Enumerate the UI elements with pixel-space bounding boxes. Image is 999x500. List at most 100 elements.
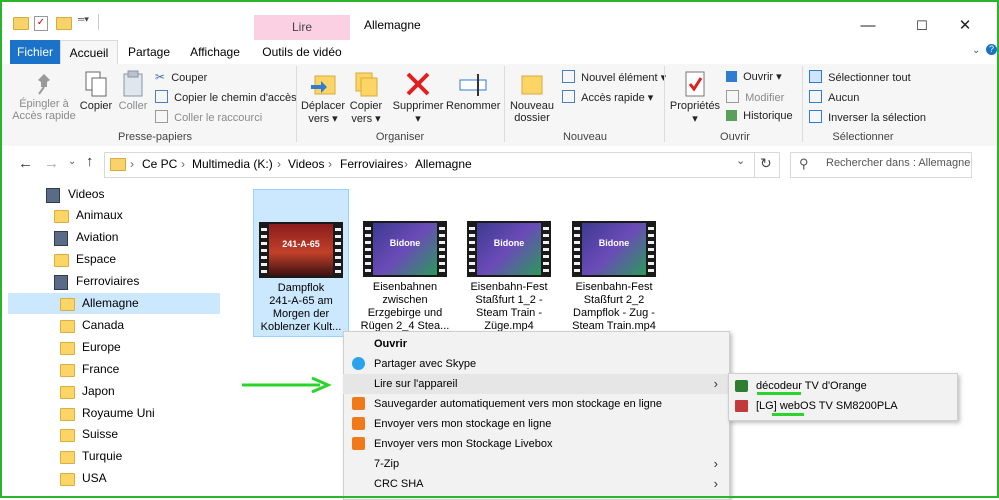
new-folder-qa-icon[interactable]	[56, 17, 72, 30]
tree-item-label: Royaume Uni	[82, 406, 155, 420]
context-menu-item[interactable]: Envoyer vers mon stockage en ligne	[343, 414, 728, 434]
pin-quick-access-button[interactable]: Épingler à Accès rapide	[12, 72, 76, 122]
context-menu-item[interactable]: Ouvrir	[343, 334, 728, 354]
context-menu-label: Ouvrir	[374, 338, 408, 350]
tree-item-label: Allemagne	[82, 296, 139, 310]
group-label-selectionner: Sélectionner	[832, 131, 894, 143]
invert-selection-button[interactable]: Inverser la sélection	[809, 110, 926, 124]
breadcrumb-allemagne[interactable]: Allemagne	[415, 157, 472, 171]
context-menu-item[interactable]: Envoyer vers mon Stockage Livebox	[343, 434, 728, 454]
file-item[interactable]: Bidone Eisenbahn-Fest Staßfurt 1_2 - Steam …	[462, 189, 556, 335]
maximize-button[interactable]: ☐	[912, 16, 932, 36]
edit-label: Modifier	[745, 92, 785, 104]
tree-item[interactable]: USA	[8, 468, 220, 489]
context-menu-item[interactable]: CRC SHA ›	[343, 474, 728, 494]
tree-item[interactable]: France	[8, 359, 220, 380]
move-label-2-text: vers	[308, 113, 330, 125]
edit-button[interactable]: Modifier	[726, 90, 784, 104]
folder-icon	[60, 342, 75, 355]
cloud-backup-icon	[352, 397, 365, 410]
file-item[interactable]: Bidone Eisenbahn-Fest Staßfurt 2_2 Dampflok…	[567, 189, 661, 335]
paste-shortcut-button[interactable]: Coller le raccourci	[155, 110, 262, 124]
file-name-line: Morgen der	[272, 308, 330, 320]
tree-item[interactable]: Canada	[8, 315, 220, 336]
tree-item[interactable]: Turquie	[8, 446, 220, 467]
context-menu-label: Partager avec Skype	[374, 358, 477, 370]
paste-label: Coller	[118, 100, 148, 112]
tab-fichier[interactable]: Fichier	[10, 40, 60, 64]
cloud-upload-icon	[352, 417, 365, 430]
select-all-button[interactable]: Sélectionner tout	[809, 70, 911, 84]
submenu-item-lg-tv[interactable]: [LG] webOS TV SM8200PLA	[729, 396, 955, 416]
ribbon-collapse-icon[interactable]: ⌄	[972, 45, 980, 56]
properties-label: Propriétés	[669, 100, 721, 112]
close-button[interactable]: ✕	[955, 16, 975, 36]
move-to-button[interactable]: Déplacer vers ▾	[300, 70, 346, 125]
tree-item[interactable]: Europe	[8, 337, 220, 358]
context-menu-item[interactable]: Lire sur l'appareil ›	[343, 374, 728, 394]
video-thumbnail: 241-A-65	[259, 222, 343, 278]
history-button[interactable]: Historique	[726, 110, 793, 122]
qa-dropdown-icon[interactable]: ═▾	[78, 14, 89, 25]
recent-dropdown-icon[interactable]: ⌄	[68, 156, 76, 167]
help-icon[interactable]: ?	[986, 44, 997, 55]
new-folder-button[interactable]: Nouveau dossier	[508, 70, 556, 124]
file-item[interactable]: 241-A-65 Dampflok 241-A-65 am Morgen der Kob…	[253, 189, 349, 337]
tree-item[interactable]: Aviation	[8, 227, 220, 248]
file-item[interactable]: Bidone Eisenbahnen zwischen Erzgebirge und R…	[358, 189, 452, 335]
breadcrumb-separator: ›	[328, 157, 332, 171]
cut-button[interactable]: ✂ Couper	[155, 70, 207, 84]
tree-item[interactable]: Espace	[8, 249, 220, 270]
tab-partage[interactable]: Partage	[124, 40, 174, 64]
move-label-2: vers ▾	[308, 113, 338, 125]
open-button[interactable]: Ouvrir ▾	[726, 70, 782, 83]
easy-access-button[interactable]: Accès rapide ▾	[562, 90, 653, 104]
tree-item[interactable]: Japon	[8, 381, 220, 402]
breadcrumb-multimedia[interactable]: Multimedia (K:)	[192, 157, 273, 171]
back-arrow-icon[interactable]: ←	[18, 155, 33, 172]
folder-icon[interactable]	[13, 17, 29, 30]
copy-label: Copier	[79, 100, 113, 112]
file-name-line: Staßfurt 1_2 -	[475, 294, 543, 306]
video-folder-icon	[54, 275, 68, 290]
copy-button[interactable]: Copier	[78, 70, 114, 112]
tree-item[interactable]: Ferroviaires	[8, 271, 220, 292]
folder-icon	[60, 364, 75, 377]
minimize-button[interactable]: —	[858, 16, 878, 36]
refresh-icon[interactable]: ↻	[760, 155, 772, 172]
tree-item[interactable]: Suisse	[8, 424, 220, 445]
tab-accueil[interactable]: Accueil	[60, 40, 118, 65]
properties-button[interactable]: Propriétés ▾	[668, 70, 722, 125]
open-label: Ouvrir	[743, 71, 774, 83]
rename-button[interactable]: Renommer	[446, 70, 500, 112]
tree-item-label: Japon	[82, 384, 115, 398]
select-none-button[interactable]: Aucun	[809, 90, 859, 104]
tree-item[interactable]: Videos	[8, 184, 220, 205]
context-menu-item[interactable]: Partager avec Skype	[343, 354, 728, 374]
context-menu-label: Lire sur l'appareil	[374, 378, 458, 390]
tree-item[interactable]: Animaux	[8, 205, 220, 226]
folder-icon	[60, 429, 75, 442]
breadcrumb-ferroviaires[interactable]: Ferroviaires	[340, 157, 403, 171]
address-dropdown-icon[interactable]: ⌄	[736, 154, 745, 167]
context-menu-item[interactable]: Sauvegarder automatiquement vers mon sto…	[343, 394, 728, 414]
properties-qa-icon[interactable]: ✓	[34, 16, 48, 31]
breadcrumb-ce-pc[interactable]: Ce PC	[142, 157, 177, 171]
copy-path-button[interactable]: Copier le chemin d'accès	[155, 90, 297, 104]
tree-item[interactable]: Allemagne	[8, 293, 220, 314]
paste-button[interactable]: Coller	[116, 70, 150, 112]
thumbnail-image: 241-A-65	[269, 224, 333, 276]
tab-outils-video[interactable]: Outils de vidéo	[254, 40, 350, 64]
tree-item-label: Videos	[68, 187, 105, 201]
forward-arrow-icon[interactable]: →	[44, 155, 59, 172]
context-menu-item[interactable]: 7-Zip ›	[343, 454, 728, 474]
delete-dropdown-icon: ▾	[415, 113, 421, 125]
delete-button[interactable]: Supprimer ▾	[390, 70, 446, 125]
copy-to-button[interactable]: Copier vers ▾	[346, 70, 386, 125]
up-arrow-icon[interactable]: ↑	[86, 153, 94, 170]
new-item-button[interactable]: Nouvel élément ▾	[562, 70, 666, 84]
tab-affichage[interactable]: Affichage	[186, 40, 244, 64]
tree-item-label: Turquie	[82, 449, 123, 463]
tree-item[interactable]: Royaume Uni	[8, 403, 220, 424]
breadcrumb-videos[interactable]: Videos	[288, 157, 324, 171]
